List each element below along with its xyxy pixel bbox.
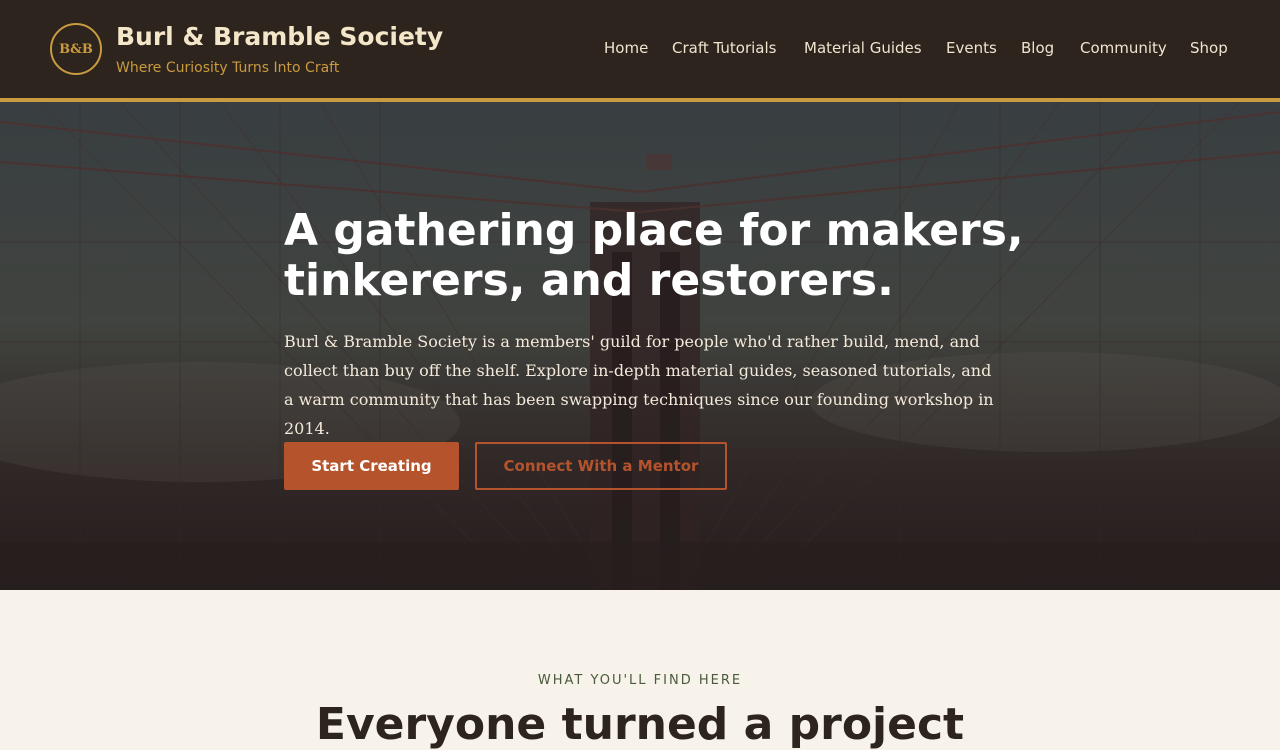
- hero-title: A gathering place for makers, tinkerers,…: [284, 205, 1024, 306]
- brand-tagline: Where Curiosity Turns Into Craft: [116, 60, 340, 76]
- section-heading: Everyone turned a project: [315, 699, 965, 750]
- site-header: B&B Burl & Bramble Society Where Curiosi…: [0, 0, 1280, 102]
- nav-events[interactable]: Events: [946, 39, 997, 57]
- nav-blog[interactable]: Blog: [1021, 39, 1054, 57]
- nav-material-guides[interactable]: Material Guides: [804, 39, 922, 57]
- hero-section: A gathering place for makers, tinkerers,…: [0, 102, 1280, 590]
- nav-craft-tutorials[interactable]: Craft Tutorials: [672, 39, 776, 57]
- nav-home[interactable]: Home: [604, 39, 648, 57]
- logo-badge[interactable]: B&B: [50, 23, 102, 75]
- logo-monogram: B&B: [59, 41, 93, 57]
- start-creating-button[interactable]: Start Creating: [284, 442, 459, 490]
- brand-name[interactable]: Burl & Bramble Society: [116, 22, 443, 51]
- section-eyebrow: WHAT YOU'LL FIND HERE: [537, 673, 743, 688]
- nav-community[interactable]: Community: [1080, 39, 1167, 57]
- hero-description: Burl & Bramble Society is a members' gui…: [284, 332, 994, 438]
- nav-shop[interactable]: Shop: [1190, 39, 1228, 57]
- connect-mentor-button[interactable]: Connect With a Mentor: [475, 442, 727, 490]
